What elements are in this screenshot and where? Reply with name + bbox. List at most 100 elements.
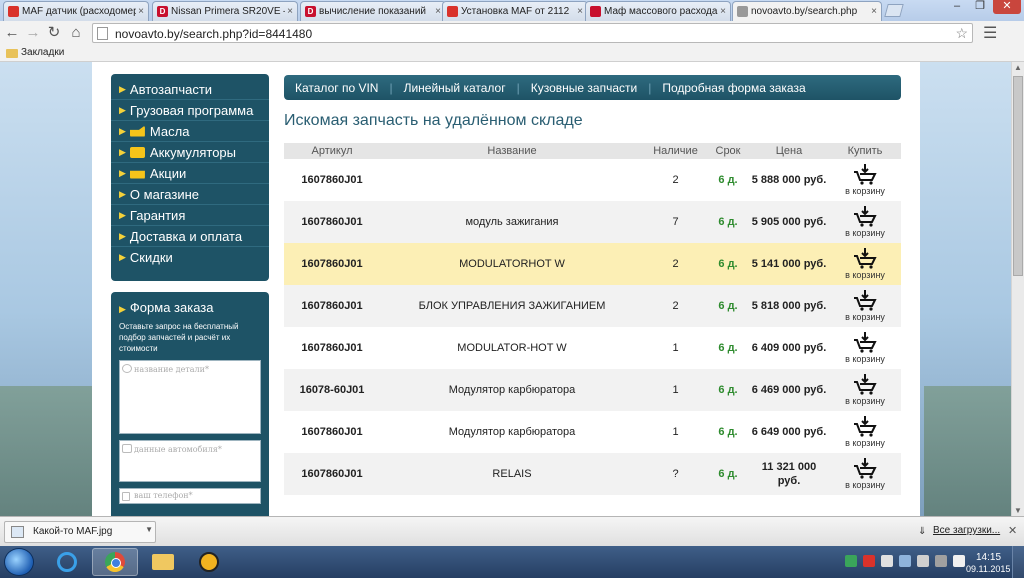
sidebar-item[interactable]: ▶ Аккумуляторы <box>111 142 269 163</box>
bookmark-star-icon[interactable]: ☆ <box>955 25 968 42</box>
part-price: 5 141 000 руб. <box>749 243 829 285</box>
close-tab-icon[interactable]: × <box>577 6 583 17</box>
add-to-cart-button[interactable]: в корзину <box>845 163 885 196</box>
buy-cell: в корзину <box>829 327 901 369</box>
close-icon[interactable]: ✕ <box>1008 524 1017 537</box>
tab-title: novoavto.by/search.php <box>751 6 858 17</box>
catalog-nav-bar: Каталог по VIN | Линейный каталог | Кузовные… <box>284 75 901 100</box>
volume-icon[interactable] <box>881 555 893 567</box>
order-form-title-row: ▶ Форма заказа <box>119 300 261 315</box>
part-price: 5 818 000 руб. <box>749 285 829 327</box>
sidebar-item[interactable]: ▶ Масла <box>111 121 269 142</box>
taskbar-internet-explorer[interactable] <box>44 548 90 576</box>
delivery-term: 6 д. <box>707 453 749 495</box>
clock-time[interactable]: 14:15 <box>976 552 1001 563</box>
phone-field[interactable]: ваш телефон* <box>119 488 261 504</box>
url-text[interactable]: novoavto.by/search.php?id=8441480 <box>115 27 312 41</box>
language-icon[interactable] <box>899 555 911 567</box>
cart-icon <box>845 457 885 479</box>
browser-tab[interactable]: D Nissan Primera SR20VE — × <box>152 1 298 21</box>
home-button[interactable]: ⌂ <box>67 24 85 42</box>
nav-link[interactable]: Подробная форма заказа <box>651 81 816 95</box>
arrow-icon: ▶ <box>119 209 126 220</box>
close-tab-icon[interactable]: × <box>720 6 726 17</box>
car-data-field[interactable]: данные автомобиля* <box>119 440 261 482</box>
add-to-cart-label: в корзину <box>845 396 885 406</box>
add-to-cart-button[interactable]: в корзину <box>845 205 885 238</box>
chevron-down-icon[interactable]: ▼ <box>145 525 153 534</box>
bookmarks-folder[interactable]: Закладки <box>21 47 64 58</box>
download-item[interactable]: Какой-то MAF.jpg ▼ <box>4 521 156 543</box>
nav-link[interactable]: Кузовные запчасти <box>520 81 648 95</box>
close-tab-icon[interactable]: × <box>435 6 441 17</box>
taskbar-aimp[interactable] <box>186 548 232 576</box>
browser-title-bar: MAF датчик (расходомер × D Nissan Primera S… <box>0 0 1024 21</box>
buy-cell: в корзину <box>829 243 901 285</box>
add-to-cart-button[interactable]: в корзину <box>845 331 885 364</box>
forward-button[interactable]: → <box>24 24 42 42</box>
add-to-cart-label: в корзину <box>845 186 885 196</box>
sidebar-item[interactable]: ▶ Гарантия <box>111 205 269 226</box>
close-tab-icon[interactable]: × <box>287 6 293 17</box>
browser-tab[interactable]: novoavto.by/search.php × <box>732 1 882 21</box>
taskbar-explorer[interactable] <box>140 548 186 576</box>
aimp-icon <box>199 552 219 572</box>
minimize-button[interactable]: – <box>947 0 967 14</box>
sidebar-item[interactable]: ▶ Автозапчасти <box>111 79 269 100</box>
add-to-cart-button[interactable]: в корзину <box>845 373 885 406</box>
add-to-cart-label: в корзину <box>845 270 885 280</box>
sidebar-item[interactable]: ▶ Акции <box>111 163 269 184</box>
buy-cell: в корзину <box>829 411 901 453</box>
address-bar[interactable]: novoavto.by/search.php?id=8441480 ☆ <box>92 23 973 43</box>
scrollbar-thumb[interactable] <box>1013 76 1023 276</box>
part-availability: 7 <box>644 201 707 243</box>
favicon-icon <box>590 6 601 17</box>
maximize-button[interactable]: ❐ <box>970 0 990 14</box>
sidebar-item[interactable]: ▶ О магазине <box>111 184 269 205</box>
browser-tab[interactable]: Dвычисление показаний × <box>300 1 446 21</box>
nav-link[interactable]: Каталог по VIN <box>284 81 389 95</box>
scroll-up-arrow-icon[interactable]: ▲ <box>1012 63 1024 72</box>
part-sku: 1607860J01 <box>301 174 363 186</box>
part-sku: 1607860J01 <box>284 453 380 495</box>
network-status-icon[interactable] <box>845 555 857 567</box>
new-tab-button[interactable] <box>884 4 904 17</box>
add-to-cart-button[interactable]: в корзину <box>845 415 885 448</box>
flag-icon[interactable] <box>917 555 929 567</box>
clock-date[interactable]: 09.11.2015 <box>966 564 1010 574</box>
part-name: Модулятор карбюратора <box>380 369 644 411</box>
chrome-menu-icon[interactable]: ☰ <box>983 23 997 43</box>
part-sku: 1607860J01 <box>284 243 380 285</box>
browser-tab[interactable]: Установка MAF от 2112 × <box>442 1 588 21</box>
sidebar-item[interactable]: ▶ Грузовая программа <box>111 100 269 121</box>
part-name-field[interactable]: название детали* <box>119 360 261 434</box>
part-availability: 1 <box>672 342 679 354</box>
power-icon[interactable] <box>935 555 947 567</box>
page-scrollbar[interactable]: ▲ ▼ <box>1011 62 1024 516</box>
add-to-cart-button[interactable]: в корзину <box>845 457 885 490</box>
browser-tab[interactable]: MAF датчик (расходомер × <box>3 1 149 21</box>
start-button[interactable] <box>4 548 34 576</box>
close-window-button[interactable]: ✕ <box>993 0 1021 14</box>
browser-tab[interactable]: Маф массового расхода × <box>585 1 731 21</box>
sidebar-item[interactable]: ▶ Доставка и оплата <box>111 226 269 247</box>
cart-icon <box>845 331 885 353</box>
security-icon[interactable] <box>863 555 875 567</box>
add-to-cart-button[interactable]: в корзину <box>845 289 885 322</box>
chrome-icon <box>105 552 125 572</box>
system-tray <box>845 555 965 567</box>
close-tab-icon[interactable]: × <box>138 6 144 17</box>
sidebar-item-label: Масла <box>149 123 190 139</box>
speaker-icon[interactable] <box>953 555 965 567</box>
show-desktop-button[interactable] <box>1012 546 1024 578</box>
sidebar-item[interactable]: ▶ Скидки <box>111 247 269 268</box>
car-data-placeholder: данные автомобиля* <box>134 445 222 454</box>
taskbar-chrome[interactable] <box>92 548 138 576</box>
close-tab-icon[interactable]: × <box>871 6 877 17</box>
back-button[interactable]: ← <box>3 24 21 42</box>
all-downloads-link[interactable]: Все загрузки... <box>933 525 1000 536</box>
nav-link[interactable]: Линейный каталог <box>393 81 517 95</box>
add-to-cart-button[interactable]: в корзину <box>845 247 885 280</box>
reload-button[interactable]: ↻ <box>45 24 63 42</box>
scroll-down-arrow-icon[interactable]: ▼ <box>1012 506 1024 515</box>
